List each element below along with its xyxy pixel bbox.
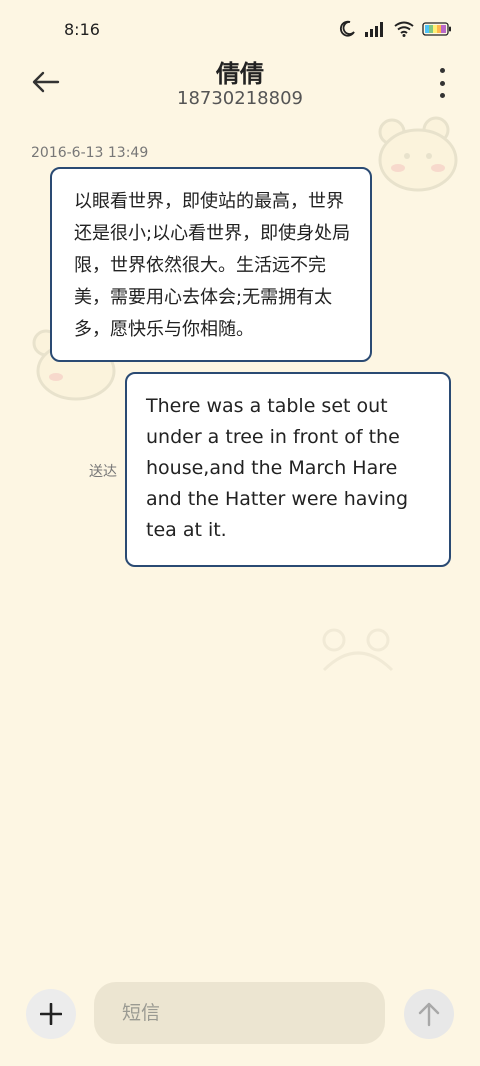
bear-sticker-icon [322, 628, 394, 672]
compose-bar: 短信 [0, 978, 480, 1050]
sent-message-bubble[interactable]: There was a table set out under a tree i… [125, 372, 451, 567]
received-message-bubble[interactable]: 以眼看世界，即使站的最高，世界还是很小;以心看世界，即使身处局限，世界依然很大。… [50, 167, 372, 362]
delivery-status: 送达 [89, 464, 117, 480]
add-attachment-button[interactable] [26, 989, 76, 1039]
status-bar: 8:16 [0, 0, 480, 60]
send-button[interactable] [404, 989, 454, 1039]
battery-icon [422, 22, 451, 36]
wifi-icon [394, 21, 414, 37]
message-text: There was a table set out under a tree i… [146, 395, 409, 541]
moon-icon [339, 20, 355, 37]
more-vertical-icon [439, 68, 445, 73]
message-input[interactable]: 短信 [94, 982, 385, 1044]
more-options-button[interactable] [434, 68, 450, 98]
signal-icon [365, 22, 383, 37]
conversation-header: 倩倩 18730218809 [0, 52, 480, 114]
bear-sticker-icon [378, 116, 458, 192]
status-time: 8:16 [64, 20, 100, 39]
status-icons [338, 20, 452, 38]
contact-number: 18730218809 [177, 88, 303, 109]
plus-icon [40, 1003, 62, 1025]
arrow-up-icon [418, 1002, 440, 1027]
message-text: 以眼看世界，即使站的最高，世界还是很小;以心看世界，即使身处局限，世界依然很大。… [74, 191, 351, 340]
message-timestamp: 2016-6-13 13:49 [31, 145, 149, 161]
contact-name: 倩倩 [216, 60, 264, 88]
